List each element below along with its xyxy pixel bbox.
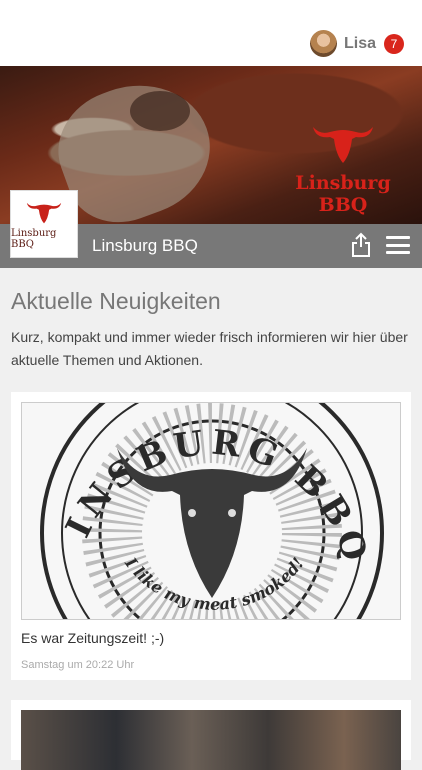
stamp-image: LINSBURG BBQ I like my meat smoked! [22, 403, 384, 619]
menu-line [386, 236, 410, 239]
section-title: Aktuelle Neuigkeiten [11, 288, 221, 314]
menu-icon[interactable] [386, 236, 410, 254]
news-timestamp: Samstag um 20:22 Uhr [21, 659, 135, 671]
bull-logo-icon [26, 202, 62, 223]
news-image[interactable]: LINSBURG BBQ I like my meat smoked! [21, 402, 401, 620]
news-card[interactable]: LINSBURG BBQ I like my meat smoked! Es w… [11, 392, 411, 680]
news-image[interactable] [21, 710, 401, 770]
hero-logo: Linsburg BBQ [278, 121, 408, 216]
user-profile[interactable]: Lisa 7 [309, 30, 404, 57]
avatar[interactable] [309, 30, 337, 57]
section-description: Kurz, kompakt und immer wieder frisch in… [11, 329, 408, 368]
top-bar: Lisa 7 [0, 0, 422, 66]
brand-logo[interactable]: Linsburg BBQ [10, 190, 78, 258]
hero-logo-text: Linsburg BBQ [295, 172, 391, 216]
share-icon[interactable] [350, 232, 372, 258]
user-name[interactable]: Lisa [344, 35, 376, 53]
news-title[interactable]: Es war Zeitungszeit! ;-) [21, 630, 164, 646]
hero-steak-shadow [130, 91, 190, 131]
menu-line [386, 243, 410, 247]
brand-title: Linsburg BBQ [92, 236, 198, 255]
menu-line [386, 251, 410, 254]
news-card[interactable] [11, 700, 411, 770]
logo-text: Linsburg BBQ [11, 227, 57, 250]
notification-badge[interactable]: 7 [384, 33, 404, 54]
bull-icon [313, 127, 373, 163]
